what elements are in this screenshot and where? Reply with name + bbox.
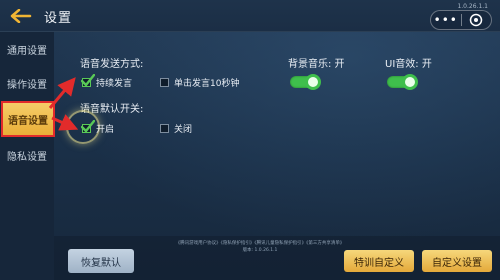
option-label: 开启: [96, 125, 115, 135]
settings-sidebar: 通用设置 操作设置 语音设置 隐私设置: [0, 32, 55, 280]
custom-settings-button[interactable]: 自定义设置: [422, 250, 492, 272]
option-switch-on[interactable]: 开启: [81, 120, 115, 135]
option-label: 单击发言10秒钟: [174, 79, 240, 89]
legal-links-text[interactable]: 《腾讯游戏用户协议》《隐私保护指引》《腾讯儿童隐私保护指引》《第三方共享清单》: [140, 240, 380, 247]
checkbox-tap-10s[interactable]: [160, 78, 169, 87]
option-switch-off[interactable]: 关闭: [160, 122, 192, 135]
page-title: 设置: [44, 11, 73, 26]
sidebar-item-controls[interactable]: 操作设置: [0, 66, 54, 100]
checkbox-continuous-talk[interactable]: [81, 74, 95, 87]
back-button[interactable]: [8, 6, 34, 26]
toggle-knob: [402, 74, 418, 90]
option-tap-10s[interactable]: 单击发言10秒钟: [160, 76, 239, 89]
training-custom-button[interactable]: 特训自定义: [344, 250, 414, 272]
restore-default-button[interactable]: 恢复默认: [68, 249, 134, 273]
bgm-toggle[interactable]: [290, 74, 321, 90]
toggle-knob: [305, 74, 321, 90]
check-icon: [81, 74, 95, 87]
option-continuous-talk[interactable]: 持续发言: [81, 74, 133, 89]
close-button[interactable]: [462, 13, 492, 27]
sidebar-item-general[interactable]: 通用设置: [0, 32, 54, 66]
ui-sfx-toggle[interactable]: [387, 74, 418, 90]
bgm-label: 背景音乐: 开: [288, 59, 345, 70]
back-arrow-icon: [10, 9, 32, 23]
checkbox-switch-on[interactable]: [81, 120, 95, 133]
more-menu-button[interactable]: •••: [431, 11, 461, 29]
send-mode-label: 语音发送方式:: [80, 59, 144, 70]
close-circle-icon: [470, 13, 483, 27]
option-label: 持续发言: [96, 79, 133, 89]
option-label: 关闭: [174, 125, 193, 135]
sidebar-item-privacy[interactable]: 隐私设置: [0, 138, 54, 172]
settings-screen: 设置 1.0.26.1.1 ••• 通用设置 操作设置 语音设置 隐私设置 语音…: [0, 0, 500, 280]
header-bar: 设置 1.0.26.1.1 •••: [0, 0, 500, 32]
version-label: 1.0.26.1.1: [457, 3, 488, 10]
check-icon: [81, 120, 95, 133]
sidebar-item-voice[interactable]: 语音设置: [1, 101, 55, 137]
checkbox-switch-off[interactable]: [160, 124, 169, 133]
ui-sfx-label: UI音效: 开: [385, 59, 432, 70]
mini-program-capsule: •••: [430, 10, 492, 30]
